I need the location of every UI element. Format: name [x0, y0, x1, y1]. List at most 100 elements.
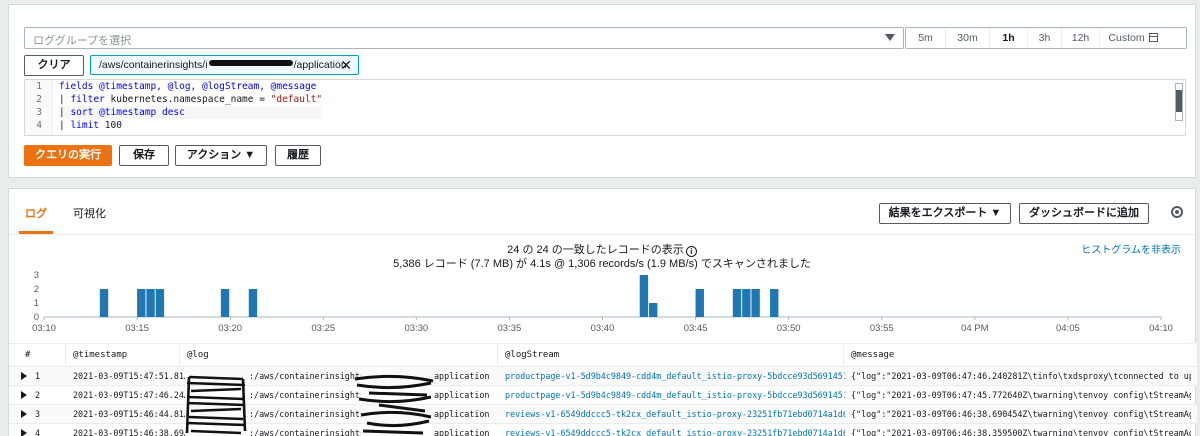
expand-row-icon[interactable] — [21, 372, 27, 380]
run-query-button[interactable]: クエリの実行 — [24, 145, 112, 166]
code-line[interactable]: | limit 100 — [59, 119, 322, 132]
time-range-selector: 5m 30m 1h 3h 12h Custom — [905, 27, 1187, 49]
row-number: 1 — [35, 371, 41, 381]
clear-button[interactable]: クリア — [24, 55, 84, 76]
column-header[interactable]: # — [25, 350, 30, 360]
x-tick-label: 03:45 — [684, 323, 708, 331]
message-cell: {"log":"2021-03-09T06:47:46.240281Z\tinf… — [851, 371, 1191, 381]
column-separator[interactable] — [843, 344, 844, 368]
actions-button[interactable]: アクション ▼ — [175, 145, 267, 166]
save-button[interactable]: 保存 — [119, 145, 169, 166]
results-panel: ログ 可視化 結果をエクスポート ▼ ダッシュボードに追加 24 の 24 の一… — [8, 188, 1197, 436]
log-cell-prefix: :/aws/containerinsights/ — [249, 371, 361, 381]
table-row[interactable]: 4 2021-03-09T15:46:38.69… :/aws/containeri… — [9, 424, 1197, 436]
log-cell-suffix: application — [434, 428, 490, 436]
code-token: | — [59, 94, 71, 105]
log-stream-cell: reviews-v1-6549ddccc5-tk2cx_default_isti… — [505, 409, 845, 419]
code-line[interactable]: | filter kubernetes.namespace_name = "de… — [59, 93, 322, 106]
line-number: 4 — [36, 120, 42, 131]
row-number: 4 — [35, 428, 41, 436]
timestamp-cell: 2021-03-09T15:46:44.81… — [73, 409, 185, 419]
table-row[interactable]: 3 2021-03-09T15:46:44.81…:/aws/containeri… — [9, 405, 1197, 424]
code-token: sort — [70, 107, 100, 118]
time-range-5m[interactable]: 5m — [906, 28, 946, 48]
history-button[interactable]: 履歴 — [275, 145, 321, 166]
line-number: 1 — [36, 81, 42, 92]
histogram-bar[interactable] — [137, 289, 146, 317]
code-token: fields — [59, 81, 100, 92]
tab-visualization[interactable]: 可視化 — [73, 205, 106, 221]
histogram-bar[interactable] — [99, 289, 109, 317]
expand-row-icon[interactable] — [21, 410, 27, 418]
x-tick-label: 03:40 — [591, 323, 615, 331]
row-number: 2 — [35, 390, 41, 400]
histogram-bar[interactable] — [770, 289, 779, 317]
code-token: "default" — [270, 94, 323, 105]
selected-log-group-chip: /aws/containerinsights/i/application ✕ — [90, 55, 359, 75]
histogram-bar[interactable] — [649, 303, 658, 317]
tab-logs[interactable]: ログ — [25, 205, 47, 221]
selected-log-group-prefix: /aws/containerinsights/i — [99, 59, 208, 71]
column-header[interactable]: @log — [187, 350, 209, 360]
time-range-12h[interactable]: 12h — [1062, 28, 1100, 48]
code-token: @timestamp, @log, @logStream, @message — [99, 81, 317, 92]
gear-icon[interactable] — [1171, 206, 1183, 218]
y-tick-label: 3 — [34, 270, 39, 281]
redaction-mark — [208, 60, 293, 66]
histogram-bar[interactable] — [220, 289, 230, 317]
log-cell-prefix: :/aws/containerinsights/ — [249, 428, 361, 436]
code-line[interactable]: fields @timestamp, @log, @logStream, @me… — [59, 80, 322, 93]
histogram-bar[interactable] — [248, 289, 258, 317]
query-panel: ロググループを選択 5m 30m 1h 3h 12h Custom クリア /aws/co… — [8, 4, 1196, 178]
code-line[interactable]: | sort @timestamp desc — [59, 106, 323, 119]
timestamp-cell: 2021-03-09T15:46:38.69… — [73, 428, 185, 436]
add-to-dashboard-button[interactable]: ダッシュボードに追加 — [1019, 203, 1149, 224]
log-stream-cell: productpage-v1-5d9b4c9849-cdd4m_default_… — [505, 390, 845, 400]
y-tick-label: 1 — [34, 298, 39, 309]
time-range-1h[interactable]: 1h — [990, 28, 1028, 48]
time-range-3h[interactable]: 3h — [1028, 28, 1062, 48]
expand-row-icon[interactable] — [21, 391, 27, 399]
export-results-button[interactable]: 結果をエクスポート ▼ — [879, 203, 1011, 224]
histogram-bar[interactable] — [751, 289, 760, 317]
code-token: | — [59, 120, 71, 131]
message-cell: {"log":"2021-03-09T06:47:45.772640Z\twar… — [851, 390, 1191, 400]
column-separator[interactable] — [65, 344, 66, 368]
x-tick-label: 03:20 — [218, 323, 242, 331]
calendar-icon — [1148, 33, 1158, 42]
time-range-custom[interactable]: Custom — [1100, 28, 1166, 48]
code-token: @timestamp — [99, 107, 162, 118]
row-number: 3 — [35, 409, 41, 419]
histogram-bar[interactable] — [155, 289, 165, 317]
code-token: kubernetes.namespace_name = — [110, 94, 271, 105]
histogram-bar[interactable] — [742, 289, 751, 317]
table-row[interactable]: 2 2021-03-09T15:47:46.24…:/aws/containeri… — [9, 386, 1197, 405]
histogram-bar[interactable] — [695, 289, 704, 317]
histogram-bar[interactable] — [732, 289, 742, 317]
table-body: 1 2021-03-09T15:47:51.81… :/aws/containeri… — [9, 367, 1197, 436]
line-number-gutter: 1 2 3 4 — [25, 80, 53, 135]
column-separator[interactable] — [497, 344, 498, 368]
log-cell-suffix: application — [434, 409, 490, 419]
x-tick-label: 03:35 — [498, 323, 522, 331]
column-header[interactable]: @message — [851, 350, 894, 360]
log-cell-suffix: application — [434, 371, 490, 381]
column-separator[interactable] — [179, 344, 180, 368]
table-row[interactable]: 1 2021-03-09T15:47:51.81… :/aws/containeri… — [9, 367, 1197, 386]
expand-row-icon[interactable] — [21, 429, 27, 436]
query-editor[interactable]: 1 2 3 4 fields @timestamp, @log, @logStream… — [24, 79, 1186, 136]
histogram-bar[interactable] — [639, 275, 649, 317]
close-icon[interactable]: ✕ — [340, 57, 352, 73]
query-code[interactable]: fields @timestamp, @log, @logStream, @me… — [59, 80, 323, 132]
column-header[interactable]: @timestamp — [73, 350, 127, 360]
timestamp-cell: 2021-03-09T15:47:51.81… — [73, 371, 185, 381]
histogram-bar[interactable] — [146, 289, 155, 317]
x-tick-label: 03:55 — [870, 323, 894, 331]
x-tick-label: 03:10 — [32, 323, 56, 331]
x-tick-label: 04 PM — [961, 323, 989, 331]
scrollbar-thumb[interactable] — [1176, 90, 1182, 112]
time-range-30m[interactable]: 30m — [946, 28, 990, 48]
column-header[interactable]: @logStream — [505, 350, 559, 360]
log-group-select[interactable]: ロググループを選択 — [24, 27, 904, 49]
hide-histogram-link[interactable]: ヒストグラムを非表示 — [1081, 241, 1181, 256]
